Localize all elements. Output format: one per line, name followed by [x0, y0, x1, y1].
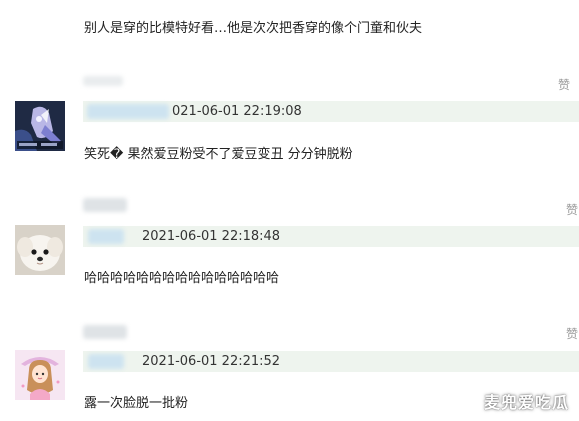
blurred-username — [83, 325, 127, 339]
anime-character-avatar-icon[interactable] — [15, 101, 65, 151]
comment-timestamp: 021-06-01 22:19:08 — [172, 104, 302, 119]
praise-button[interactable]: 赞 — [558, 76, 570, 93]
watermark-text: 麦兜爱吃瓜 — [483, 393, 569, 412]
comment-text: 哈哈哈哈哈哈哈哈哈哈哈哈哈哈哈 — [84, 271, 280, 286]
comment-text: 笑死� 果然爱豆粉受不了爱豆变丑 分分钟脱粉 — [84, 147, 353, 162]
comment-timestamp: 2021-06-01 22:18:48 — [142, 229, 281, 244]
praise-button[interactable]: 赞 — [566, 201, 578, 218]
blurred-nickname — [88, 354, 124, 369]
blurred-username — [83, 76, 123, 86]
top-comment-text: 别人是穿的比模特好看…他是次次把香穿的像个门童和伙夫 — [84, 21, 423, 36]
blurred-nickname — [87, 104, 169, 119]
cartoon-girl-avatar-icon[interactable] — [15, 350, 65, 400]
blurred-nickname — [88, 229, 124, 244]
blurred-username — [83, 198, 127, 212]
comment-timestamp: 2021-06-01 22:21:52 — [142, 354, 281, 369]
white-dog-avatar-icon[interactable] — [15, 225, 65, 275]
comment-text: 露一次脸脱一批粉 — [84, 396, 189, 411]
praise-button[interactable]: 赞 — [566, 325, 578, 342]
